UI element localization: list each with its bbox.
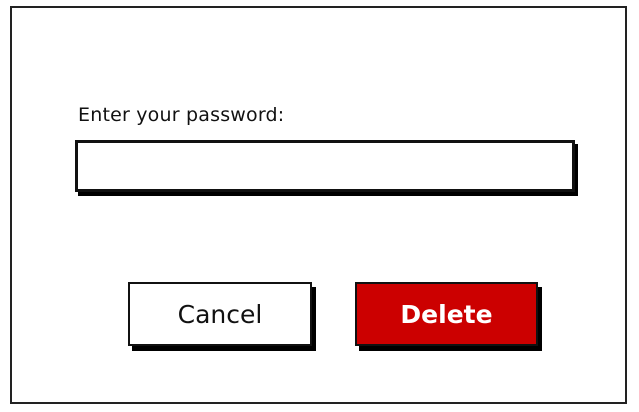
- cancel-button[interactable]: Cancel: [128, 282, 312, 346]
- password-input[interactable]: [75, 140, 575, 192]
- delete-button[interactable]: Delete: [355, 282, 538, 346]
- password-label: Enter your password:: [78, 104, 285, 126]
- delete-confirmation-dialog: Enter your password: Cancel Delete: [10, 6, 627, 404]
